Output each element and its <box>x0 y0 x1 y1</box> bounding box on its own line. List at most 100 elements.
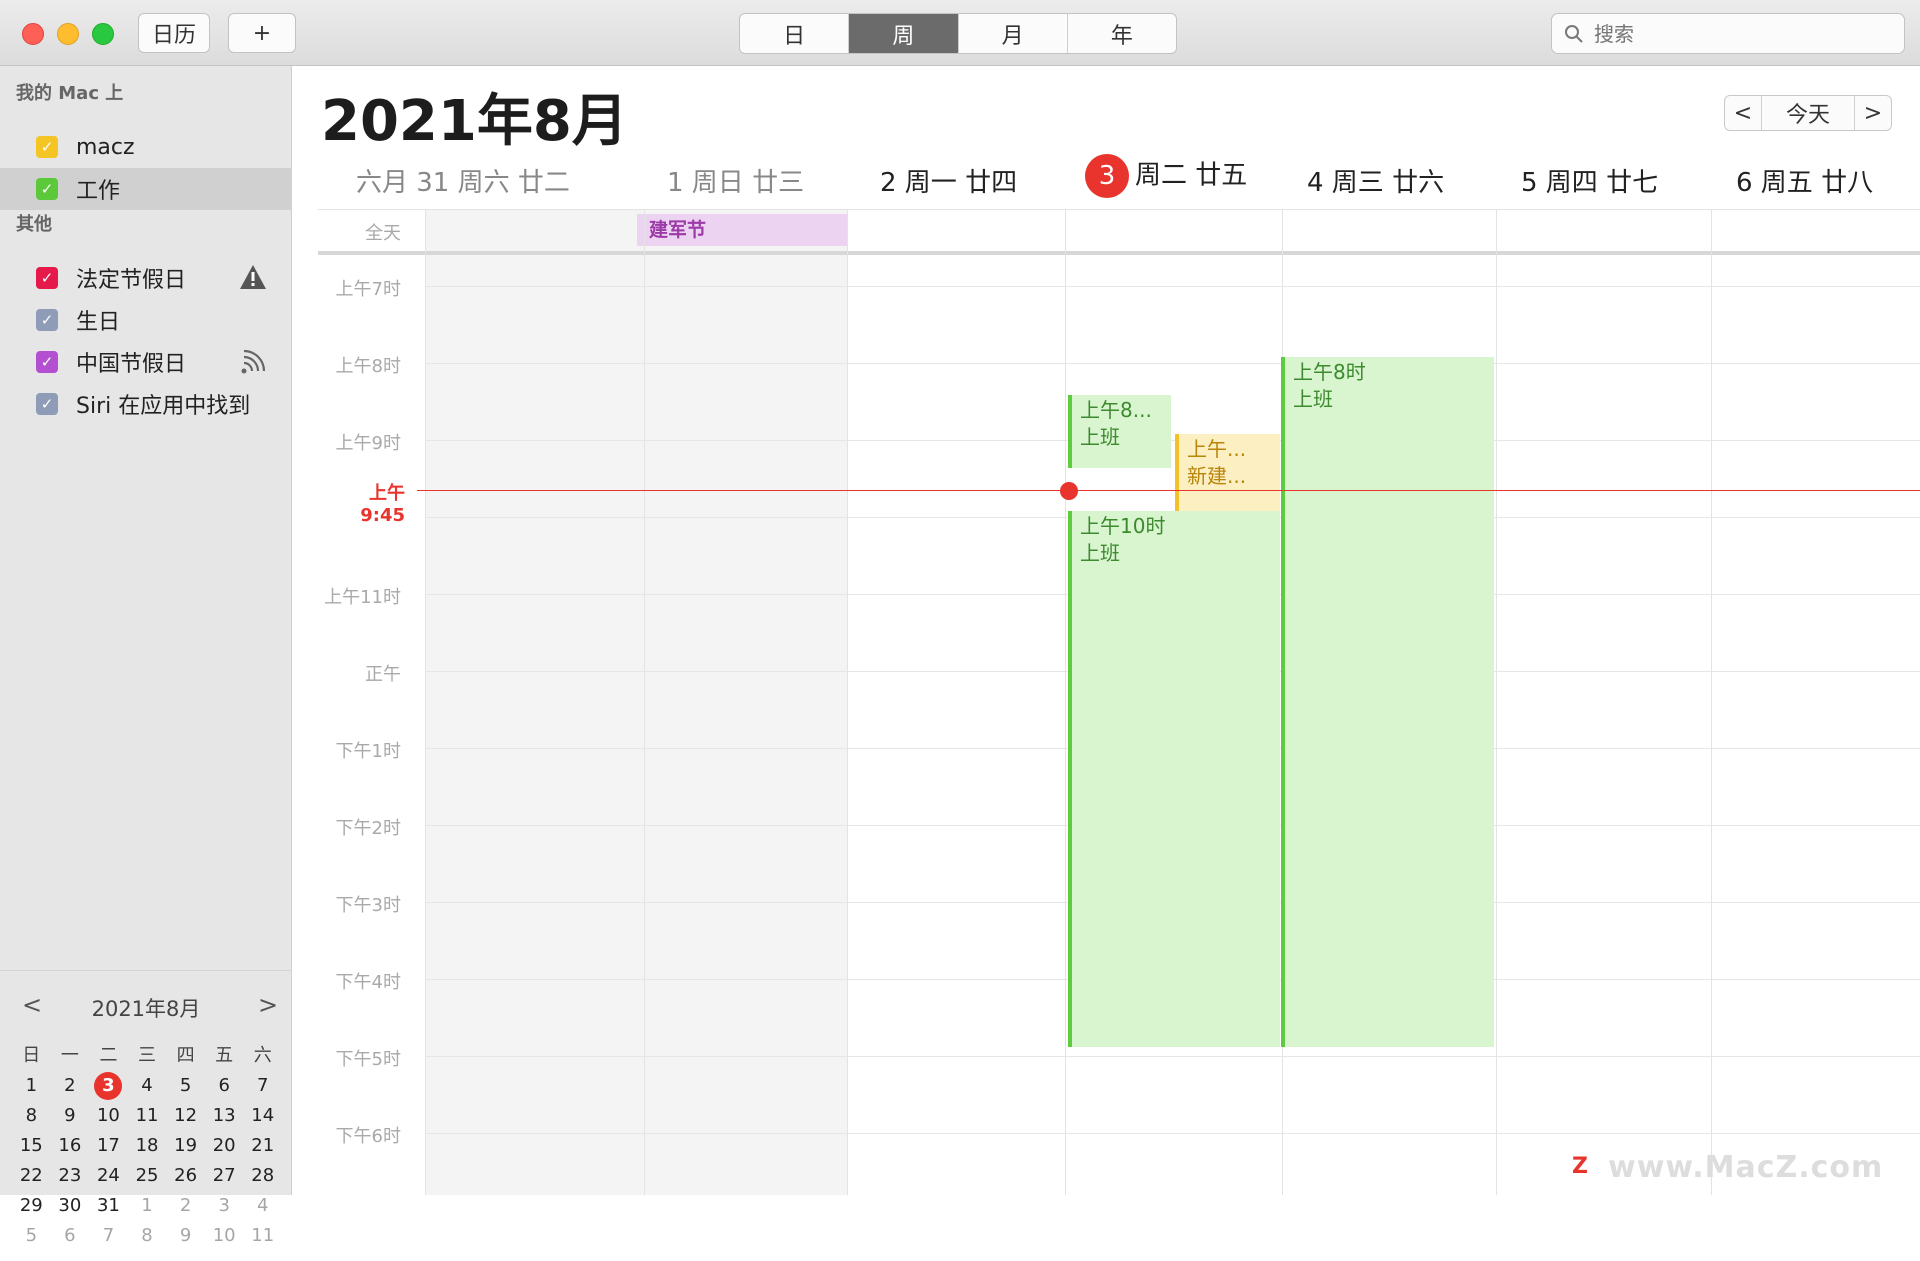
next-week-button[interactable]: > <box>1855 96 1891 130</box>
mini-day[interactable]: 19 <box>166 1131 205 1161</box>
hour-label: 上午11时 <box>324 587 401 608</box>
mini-day-next-month[interactable]: 6 <box>51 1221 90 1251</box>
mini-calendar-grid: 日 一 二 三 四 五 六 1 2 3 4 5 6 7 8 9 10 11 12… <box>12 1041 282 1251</box>
mini-day-next-month[interactable]: 5 <box>12 1221 51 1251</box>
mini-day[interactable]: 9 <box>51 1101 90 1131</box>
checkbox-icon[interactable]: ✓ <box>36 351 58 373</box>
hour-label: 下午1时 <box>335 741 401 762</box>
mini-day-next-month[interactable]: 8 <box>128 1221 167 1251</box>
mini-day[interactable]: 12 <box>166 1101 205 1131</box>
mini-day[interactable]: 6 <box>205 1071 244 1101</box>
zoom-window-button[interactable] <box>92 23 114 45</box>
event-title: 新建... <box>1187 464 1247 488</box>
today-button[interactable]: 今天 <box>1761 96 1855 130</box>
mini-day[interactable]: 26 <box>166 1161 205 1191</box>
mini-day[interactable]: 5 <box>166 1071 205 1101</box>
column-divider <box>1711 209 1712 1195</box>
checkbox-icon[interactable]: ✓ <box>36 309 58 331</box>
mini-day[interactable]: 11 <box>128 1101 167 1131</box>
mini-day[interactable]: 27 <box>205 1161 244 1191</box>
calendar-item-macz[interactable]: ✓ macz <box>0 126 292 168</box>
mini-day[interactable]: 17 <box>89 1131 128 1161</box>
mini-day-today[interactable]: 3 <box>89 1071 128 1101</box>
event-new-tue[interactable]: 上午... 新建... <box>1175 434 1280 511</box>
event-time: 上午10时 <box>1080 514 1166 538</box>
calendar-label: 生日 <box>76 310 121 335</box>
mini-day[interactable]: 25 <box>128 1161 167 1191</box>
mini-next-month-button[interactable]: > <box>258 991 278 1019</box>
view-year-tab[interactable]: 年 <box>1068 14 1176 53</box>
mini-day-next-month[interactable]: 3 <box>205 1191 244 1221</box>
mini-day[interactable]: 22 <box>12 1161 51 1191</box>
mini-day-next-month[interactable]: 1 <box>128 1191 167 1221</box>
mini-day[interactable]: 1 <box>12 1071 51 1101</box>
title-bar: 日历 + 日 周 月 年 <box>0 0 1920 66</box>
mini-day[interactable]: 10 <box>89 1101 128 1131</box>
date-navigation: < 今天 > <box>1724 95 1892 131</box>
mini-day[interactable]: 4 <box>128 1071 167 1101</box>
hour-label: 正午 <box>365 664 401 685</box>
mini-day[interactable]: 31 <box>89 1191 128 1221</box>
mini-day-next-month[interactable]: 7 <box>89 1221 128 1251</box>
day-header-sun[interactable]: 1 周日 廿三 <box>667 162 804 199</box>
event-work-wed[interactable]: 上午8时 上班 <box>1281 357 1494 1047</box>
mini-day-next-month[interactable]: 11 <box>243 1221 282 1251</box>
calendar-item-legal-holidays[interactable]: ✓ 法定节假日 <box>0 257 292 299</box>
search-field[interactable] <box>1551 13 1905 54</box>
event-work-tue[interactable]: 上午10时 上班 <box>1068 511 1280 1047</box>
mini-day[interactable]: 24 <box>89 1161 128 1191</box>
mini-day[interactable]: 14 <box>243 1101 282 1131</box>
day-header-sat[interactable]: 六月 31 周六 廿二 <box>356 162 570 199</box>
day-header-thu[interactable]: 5 周四 廿七 <box>1521 162 1658 199</box>
calendar-label: macz <box>76 134 135 160</box>
mini-day-next-month[interactable]: 2 <box>166 1191 205 1221</box>
mini-day[interactable]: 23 <box>51 1161 90 1191</box>
calendar-item-birthdays[interactable]: ✓ 生日 <box>0 299 292 341</box>
mini-day[interactable]: 21 <box>243 1131 282 1161</box>
mini-day[interactable]: 8 <box>12 1101 51 1131</box>
calendar-label: 中国节假日 <box>76 352 187 377</box>
view-month-tab[interactable]: 月 <box>959 14 1068 53</box>
mini-day[interactable]: 29 <box>12 1191 51 1221</box>
warning-icon[interactable] <box>238 263 268 291</box>
checkbox-icon[interactable]: ✓ <box>36 393 58 415</box>
mini-day-next-month[interactable]: 10 <box>205 1221 244 1251</box>
search-input[interactable] <box>1592 20 1892 47</box>
mini-weekday: 日 <box>22 1045 41 1066</box>
checkbox-icon[interactable]: ✓ <box>36 267 58 289</box>
checkbox-icon[interactable]: ✓ <box>36 178 58 200</box>
day-header-fri[interactable]: 6 周五 廿八 <box>1736 162 1873 199</box>
calendar-item-china-holidays[interactable]: ✓ 中国节假日 <box>0 341 292 383</box>
hour-label: 上午8时 <box>335 356 401 377</box>
calendars-button[interactable]: 日历 <box>138 13 210 53</box>
day-header-wed[interactable]: 4 周三 廿六 <box>1307 162 1444 199</box>
checkbox-icon[interactable]: ✓ <box>36 136 58 158</box>
mini-day-next-month[interactable]: 4 <box>243 1191 282 1221</box>
mini-day[interactable]: 2 <box>51 1071 90 1101</box>
mini-day-next-month[interactable]: 9 <box>166 1221 205 1251</box>
mini-day[interactable]: 30 <box>51 1191 90 1221</box>
event-work-tue-early[interactable]: 上午8... 上班 <box>1068 395 1171 468</box>
mini-day[interactable]: 18 <box>128 1131 167 1161</box>
calendar-item-siri-found[interactable]: ✓ Siri 在应用中找到 <box>0 383 292 425</box>
mini-day[interactable]: 13 <box>205 1101 244 1131</box>
hour-label: 下午4时 <box>335 972 401 993</box>
time-grid[interactable]: 全天 建军节 上午7时 上午8时 上午9时 上午11时 正午 下午1时 下午2时… <box>293 209 1920 1195</box>
add-event-button[interactable]: + <box>228 13 296 53</box>
event-all-day-holiday[interactable]: 建军节 <box>637 214 847 246</box>
calendar-item-work[interactable]: ✓ 工作 <box>0 168 292 210</box>
mini-day[interactable]: 20 <box>205 1131 244 1161</box>
prev-week-button[interactable]: < <box>1725 96 1761 130</box>
subscription-icon[interactable] <box>240 349 268 375</box>
day-header-tue-today[interactable]: 3 周二 廿五 <box>1085 154 1247 198</box>
day-header-mon[interactable]: 2 周一 廿四 <box>880 162 1017 199</box>
mini-day[interactable]: 16 <box>51 1131 90 1161</box>
close-window-button[interactable] <box>22 23 44 45</box>
mini-day[interactable]: 15 <box>12 1131 51 1161</box>
watermark-text: www.MacZ.com <box>1608 1150 1884 1185</box>
view-day-tab[interactable]: 日 <box>740 14 850 53</box>
minimize-window-button[interactable] <box>57 23 79 45</box>
mini-day[interactable]: 28 <box>243 1161 282 1191</box>
mini-day[interactable]: 7 <box>243 1071 282 1101</box>
view-week-tab[interactable]: 周 <box>849 14 959 53</box>
